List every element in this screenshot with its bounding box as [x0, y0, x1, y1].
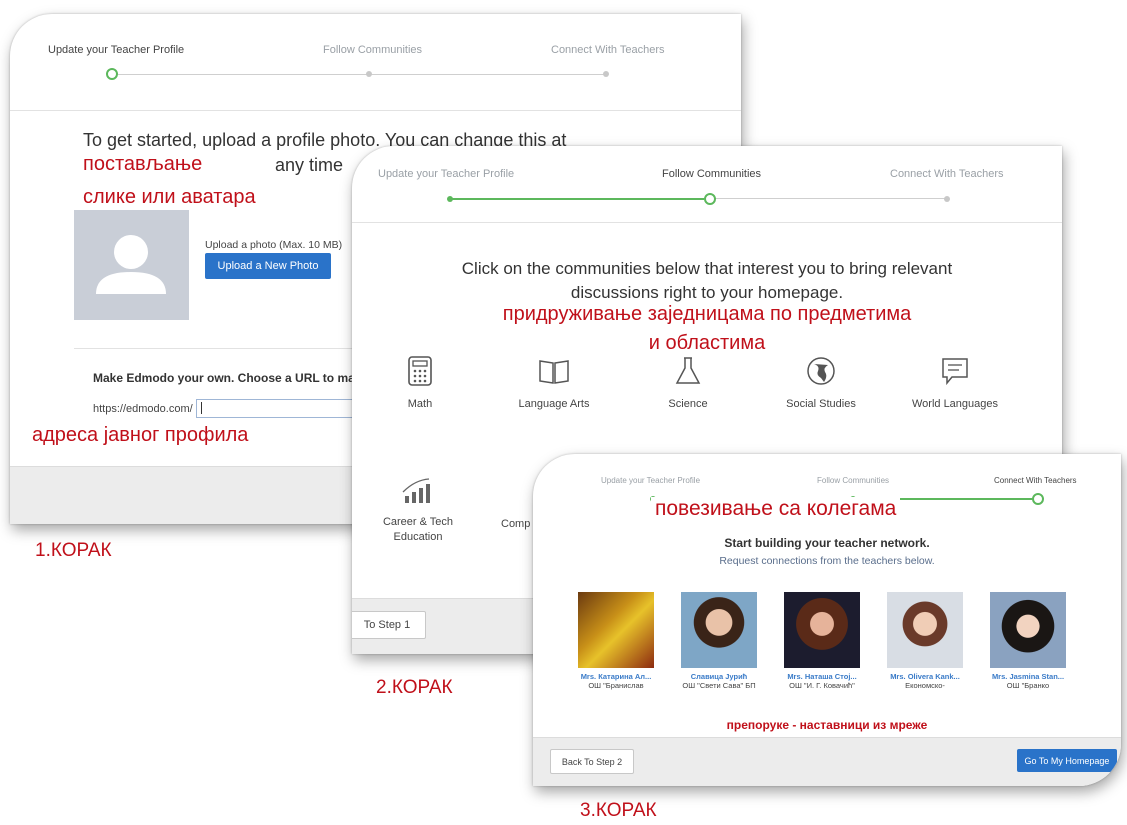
community-comp[interactable]: Comp: [501, 518, 530, 530]
intro-text-cont: discussions right to your homepage.: [570, 283, 844, 302]
teacher-photo: [990, 592, 1066, 668]
community-math[interactable]: Math: [370, 356, 470, 410]
teacher-card[interactable]: Славица Јурић ОШ "Свети Сава" БП: [671, 592, 767, 690]
step-label-connect: Connect With Teachers: [551, 44, 665, 56]
divider: [74, 348, 374, 349]
step-label-communities: Follow Communities: [323, 44, 423, 56]
step-node: [366, 71, 372, 77]
community-label: Science: [668, 398, 708, 410]
step-node: [944, 196, 950, 202]
progress-stepper: Update your Teacher Profile Follow Commu…: [10, 14, 741, 111]
calculator-icon: [408, 356, 432, 386]
teacher-photo: [887, 592, 963, 668]
note-photo-2: слике или аватара: [83, 186, 256, 208]
upload-photo-button[interactable]: Upload a New Photo: [205, 253, 331, 279]
progress-track-done: [452, 198, 704, 200]
teacher-card[interactable]: Mrs. Jasmina Stan... ОШ "Бранко: [980, 592, 1076, 690]
teacher-photo: [784, 592, 860, 668]
step3-card: Update your Teacher Profile Follow Commu…: [533, 454, 1121, 786]
flask-icon: [675, 357, 701, 384]
teacher-name: Mrs. Наташа Стој...: [787, 672, 857, 681]
bar-chart-icon: [402, 478, 430, 503]
community-world-languages[interactable]: World Languages: [905, 356, 1005, 410]
note-connect: повезивање са колегама: [651, 497, 901, 521]
intro-text: Click on the communities below that inte…: [461, 259, 953, 278]
teacher-school: ОШ "Свети Сава" БП: [682, 681, 756, 690]
community-label: Math: [407, 398, 433, 410]
upload-hint: Upload a photo (Max. 10 MB): [205, 239, 343, 251]
teacher-card[interactable]: Mrs. Olivera Kank... Економско-: [877, 592, 973, 690]
step-node-current: [704, 193, 716, 205]
go-to-homepage-button[interactable]: Go To My Homepage: [1017, 749, 1117, 772]
step3-caption: 3.КОРАК: [580, 800, 657, 821]
teacher-photo: [578, 592, 654, 668]
teacher-name: Славица Јурић: [690, 672, 748, 681]
teacher-card[interactable]: Mrs. Катарина Ал... ОШ "Бранислав: [568, 592, 664, 690]
community-label: Career & Tech: [382, 516, 454, 528]
note-photo-1: постављање: [83, 153, 203, 175]
community-label: Social Studies: [786, 398, 856, 410]
back-to-step2-button[interactable]: Back To Step 2: [550, 749, 634, 774]
progress-track: [116, 74, 606, 75]
url-input[interactable]: [196, 399, 368, 418]
network-heading: Start building your teacher network.: [724, 536, 930, 550]
back-to-step1-button[interactable]: To Step 1: [352, 611, 426, 639]
step-label-communities: Follow Communities: [662, 168, 762, 180]
step-node-current: [1032, 493, 1044, 505]
community-social-studies[interactable]: Social Studies: [771, 356, 871, 410]
teacher-name: Mrs. Jasmina Stan...: [991, 672, 1065, 681]
intro-text-cont: any time: [275, 155, 344, 175]
teacher-school: ОШ "Бранко: [1006, 681, 1050, 690]
step-label-connect: Connect With Teachers: [994, 476, 1077, 485]
step-node: [603, 71, 609, 77]
teacher-card[interactable]: Mrs. Наташа Стој... ОШ "И. Г. Ковачић": [774, 592, 870, 690]
recommend-note: препоруке - наставници из мреже: [726, 718, 928, 732]
community-language-arts[interactable]: Language Arts: [504, 356, 604, 410]
step-label-profile: Update your Teacher Profile: [48, 44, 185, 56]
teacher-school: Економско-: [905, 681, 945, 690]
text-cursor: [201, 402, 202, 414]
avatar-placeholder: [74, 210, 189, 320]
user-silhouette-icon: [96, 235, 166, 294]
card-footer: Back To Step 2 Go To My Homepage: [533, 737, 1121, 786]
teacher-school: ОШ "И. Г. Ковачић": [789, 681, 855, 690]
url-prefix: https://edmodo.com/: [93, 403, 193, 415]
community-label-cont: Education: [393, 531, 443, 543]
step2-caption: 2.КОРАК: [376, 677, 453, 698]
community-science[interactable]: Science: [638, 356, 738, 410]
book-icon: [539, 360, 569, 384]
step-label-profile: Update your Teacher Profile: [378, 168, 515, 180]
speech-bubble-icon: [942, 358, 968, 386]
url-heading: Make Edmodo your own. Choose a URL to ma: [93, 371, 355, 385]
globe-icon: [807, 357, 835, 385]
note-communities-2: и областима: [648, 332, 766, 354]
teacher-name: Mrs. Olivera Kank...: [890, 672, 960, 681]
network-subheading: Request connections from the teachers be…: [719, 555, 935, 567]
step-label-connect: Connect With Teachers: [890, 168, 1004, 180]
step-label-communities: Follow Communities: [817, 476, 890, 485]
teacher-name: Mrs. Катарина Ал...: [580, 672, 652, 681]
teacher-photo: [681, 592, 757, 668]
community-career-tech[interactable]: Career & Tech Education: [368, 476, 468, 543]
community-label: World Languages: [911, 398, 999, 410]
step1-caption: 1.КОРАК: [35, 540, 112, 561]
progress-track: [712, 198, 948, 199]
community-label: Language Arts: [518, 398, 590, 410]
teacher-school: ОШ "Бранислав: [588, 681, 644, 690]
note-communities-1: придруживање заједницама по предметима: [502, 303, 912, 325]
progress-stepper: Update your Teacher Profile Follow Commu…: [352, 146, 1062, 223]
note-url: адреса јавног профила: [32, 424, 249, 446]
step-node-current: [106, 68, 118, 80]
step-node-done: [447, 196, 453, 202]
step-label-profile: Update your Teacher Profile: [601, 476, 701, 485]
